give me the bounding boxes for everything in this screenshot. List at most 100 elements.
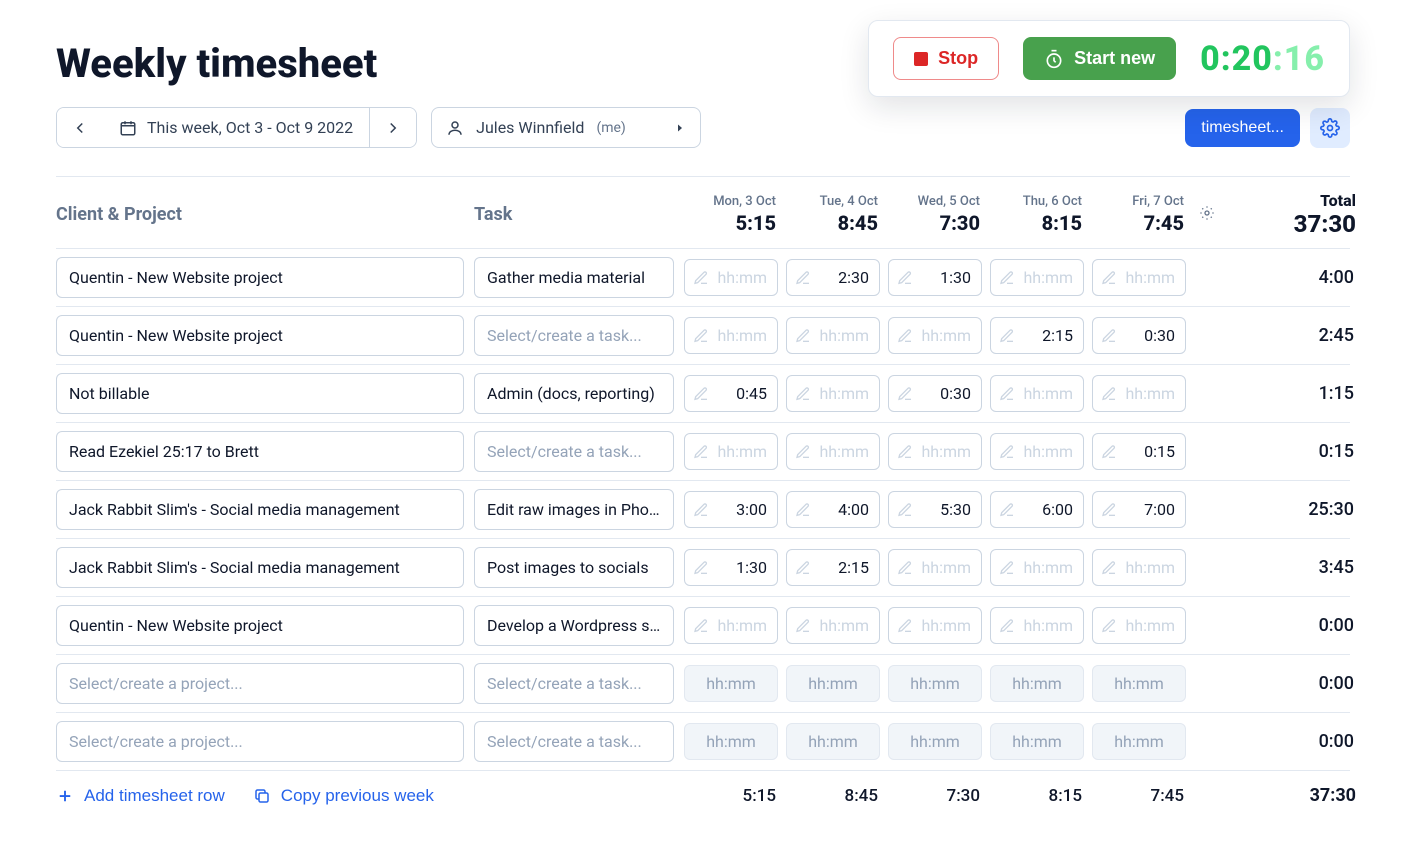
user-select[interactable]: Jules Winnfield (me) [431, 107, 701, 148]
project-input[interactable]: Quentin - New Website project [56, 605, 464, 646]
time-value: hh:mm [808, 674, 858, 693]
time-value: hh:mm [921, 442, 971, 461]
start-new-button[interactable]: Start new [1023, 37, 1176, 80]
project-input[interactable]: Select/create a project... [56, 663, 464, 704]
time-input[interactable]: hh:mm [990, 433, 1084, 470]
time-value: 1:30 [940, 268, 971, 287]
note-icon [897, 328, 913, 344]
time-input[interactable]: hh:mm [888, 607, 982, 644]
time-input[interactable]: 6:00 [990, 491, 1084, 528]
time-input[interactable]: hh:mm [684, 317, 778, 354]
timesheet-menu-button[interactable]: timesheet... [1185, 109, 1300, 147]
note-icon [897, 502, 913, 518]
task-input[interactable]: Gather media material [474, 257, 674, 298]
time-value: hh:mm [819, 616, 869, 635]
time-value: hh:mm [921, 558, 971, 577]
task-input[interactable]: Select/create a task... [474, 431, 674, 472]
project-input[interactable]: Quentin - New Website project [56, 257, 464, 298]
row-total: 0:00 [1220, 731, 1356, 752]
note-icon [693, 270, 709, 286]
note-icon [693, 386, 709, 402]
project-input[interactable]: Jack Rabbit Slim's - Social media manage… [56, 489, 464, 530]
prev-week-button[interactable] [57, 108, 103, 147]
time-input[interactable]: 4:00 [786, 491, 880, 528]
time-input[interactable]: 2:30 [786, 259, 880, 296]
time-input[interactable]: 3:00 [684, 491, 778, 528]
time-input[interactable]: 5:30 [888, 491, 982, 528]
time-input[interactable]: 1:30 [888, 259, 982, 296]
timesheet-table: Client & Project Task Mon, 3 Oct 5:15 Tu… [56, 176, 1350, 820]
col-day-2: Wed, 5 Oct 7:30 [888, 194, 990, 235]
time-input[interactable]: hh:mm [1092, 549, 1186, 586]
time-input[interactable]: hh:mm [786, 375, 880, 412]
time-input[interactable]: hh:mm [990, 259, 1084, 296]
time-input[interactable]: 0:30 [888, 375, 982, 412]
task-input[interactable]: Develop a Wordpress si... [474, 605, 674, 646]
project-input[interactable]: Jack Rabbit Slim's - Social media manage… [56, 547, 464, 588]
time-value: hh:mm [1125, 558, 1175, 577]
time-input[interactable]: 0:15 [1092, 433, 1186, 470]
note-icon [795, 444, 811, 460]
time-input[interactable]: hh:mm [888, 317, 982, 354]
calendar-icon [119, 119, 137, 137]
col-day-0: Mon, 3 Oct 5:15 [684, 194, 786, 235]
col-config[interactable] [1194, 205, 1220, 225]
task-input[interactable]: Select/create a task... [474, 663, 674, 704]
time-input[interactable]: hh:mm [990, 375, 1084, 412]
time-input[interactable]: hh:mm [684, 433, 778, 470]
time-input[interactable]: 7:00 [1092, 491, 1186, 528]
task-input[interactable]: Select/create a task... [474, 315, 674, 356]
time-value: 2:15 [838, 558, 869, 577]
time-value: 5:30 [940, 500, 971, 519]
time-input[interactable]: 0:30 [1092, 317, 1186, 354]
time-input[interactable]: hh:mm [888, 433, 982, 470]
time-input[interactable]: hh:mm [786, 317, 880, 354]
time-input: hh:mm [684, 723, 778, 760]
time-input[interactable]: hh:mm [1092, 375, 1186, 412]
time-input[interactable]: 2:15 [786, 549, 880, 586]
task-input[interactable]: Admin (docs, reporting) [474, 373, 674, 414]
time-value: hh:mm [1125, 384, 1175, 403]
time-input[interactable]: hh:mm [786, 607, 880, 644]
table-row: Jack Rabbit Slim's - Social media manage… [56, 538, 1350, 596]
project-input[interactable]: Select/create a project... [56, 721, 464, 762]
time-input[interactable]: 2:15 [990, 317, 1084, 354]
plus-icon [56, 787, 74, 805]
time-input[interactable]: hh:mm [1092, 259, 1186, 296]
time-input[interactable]: hh:mm [684, 259, 778, 296]
time-input[interactable]: 0:45 [684, 375, 778, 412]
time-input[interactable]: hh:mm [1092, 607, 1186, 644]
time-input[interactable]: hh:mm [990, 549, 1084, 586]
time-input[interactable]: hh:mm [786, 433, 880, 470]
time-input: hh:mm [786, 723, 880, 760]
add-row-button[interactable]: Add timesheet row [56, 786, 225, 806]
row-total: 25:30 [1220, 499, 1356, 520]
project-input[interactable]: Not billable [56, 373, 464, 414]
time-input[interactable]: hh:mm [888, 549, 982, 586]
time-input[interactable]: 1:30 [684, 549, 778, 586]
project-input[interactable]: Quentin - New Website project [56, 315, 464, 356]
stop-button[interactable]: Stop [893, 37, 999, 80]
copy-previous-week-button[interactable]: Copy previous week [253, 786, 434, 806]
date-range-picker[interactable]: This week, Oct 3 - Oct 9 2022 [103, 108, 370, 147]
time-input[interactable]: hh:mm [990, 607, 1084, 644]
time-input: hh:mm [990, 665, 1084, 702]
time-value: hh:mm [717, 268, 767, 287]
task-input[interactable]: Edit raw images in Phot... [474, 489, 674, 530]
time-value: hh:mm [717, 442, 767, 461]
note-icon [897, 386, 913, 402]
table-row: Select/create a project...Select/create … [56, 654, 1350, 712]
note-icon [897, 270, 913, 286]
settings-button[interactable] [1310, 108, 1350, 148]
time-value: hh:mm [1023, 558, 1073, 577]
time-input: hh:mm [888, 723, 982, 760]
time-value: hh:mm [717, 326, 767, 345]
time-input[interactable]: hh:mm [684, 607, 778, 644]
time-value: hh:mm [1012, 674, 1062, 693]
start-label: Start new [1074, 48, 1155, 69]
next-week-button[interactable] [370, 108, 416, 147]
table-header-row: Client & Project Task Mon, 3 Oct 5:15 Tu… [56, 177, 1350, 248]
task-input[interactable]: Post images to socials [474, 547, 674, 588]
project-input[interactable]: Read Ezekiel 25:17 to Brett [56, 431, 464, 472]
task-input[interactable]: Select/create a task... [474, 721, 674, 762]
